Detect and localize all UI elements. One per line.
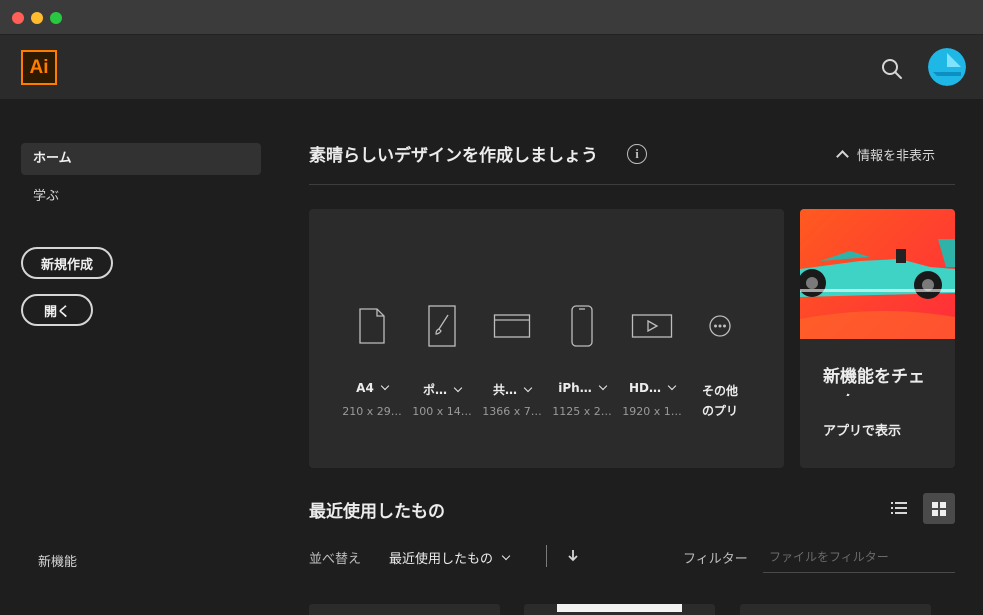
list-view-button[interactable] <box>884 493 914 523</box>
recent-file-thumbnail[interactable] <box>309 604 500 615</box>
whats-new-card[interactable]: 新機能をチェック アプリで表示 <box>800 209 955 468</box>
chevron-down-icon[interactable] <box>453 383 463 393</box>
hero-title: 素晴らしいデザインを作成しましょう <box>309 146 598 166</box>
chevron-up-icon <box>836 150 849 163</box>
race-car-image <box>800 209 955 339</box>
preset-size: 1125 x 2… <box>552 405 612 418</box>
document-icon <box>359 308 385 344</box>
filter-input[interactable] <box>763 541 955 573</box>
preset-a4[interactable]: A4 210 x 29… <box>337 209 407 468</box>
illustrator-logo: Ai <box>21 50 57 85</box>
presets-panel: A4 210 x 29… ポ… 100 x 14… 共… 1366 x 7… i… <box>309 209 784 468</box>
arrow-down-icon <box>568 550 578 562</box>
video-icon <box>631 314 673 338</box>
close-window-button[interactable] <box>12 12 24 24</box>
open-file-button[interactable]: 開く <box>21 294 93 326</box>
list-view-icon <box>891 502 907 514</box>
hide-info-toggle[interactable]: 情報を非表示 <box>836 145 936 164</box>
preset-name: HD… <box>617 381 687 395</box>
web-icon <box>493 314 531 338</box>
preset-size: 1366 x 7… <box>482 405 542 418</box>
brush-icon <box>428 305 456 347</box>
thumbnail-preview <box>557 604 682 612</box>
preset-name: 共… <box>477 381 547 398</box>
sidebar-item-new-features[interactable]: 新機能 <box>38 551 77 570</box>
search-icon[interactable] <box>880 57 904 81</box>
preset-poster[interactable]: ポ… 100 x 14… <box>407 209 477 468</box>
sort-dropdown[interactable]: 最近使用したもの <box>389 548 511 567</box>
sidebar-item-home[interactable]: ホーム <box>21 143 261 175</box>
preset-more[interactable]: その他 のプリ <box>685 209 755 468</box>
minimize-window-button[interactable] <box>31 12 43 24</box>
preset-name: その他 のプリ <box>701 384 738 418</box>
avatar[interactable] <box>928 48 966 86</box>
recent-file-thumbnail[interactable] <box>740 604 931 615</box>
preset-web[interactable]: 共… 1366 x 7… <box>477 209 547 468</box>
view-in-app-link[interactable]: アプリで表示 <box>823 420 901 439</box>
chevron-down-icon[interactable] <box>523 383 533 393</box>
home-content: ホーム 学ぶ 新規作成 開く 新機能 素晴らしいデザインを作成しましょう i 情… <box>0 99 983 615</box>
sort-divider <box>546 545 547 567</box>
promo-title: 新機能をチェック <box>823 367 925 396</box>
sort-direction-button[interactable] <box>566 547 580 565</box>
more-icon <box>709 315 731 337</box>
sidebar-item-learn[interactable]: 学ぶ <box>33 185 59 204</box>
chevron-down-icon[interactable] <box>598 381 607 391</box>
app-header: Ai <box>0 35 983 99</box>
new-file-button[interactable]: 新規作成 <box>21 247 113 279</box>
preset-name: ポ… <box>407 381 477 398</box>
recent-section-title: 最近使用したもの <box>309 502 445 522</box>
hide-info-label: 情報を非表示 <box>857 149 936 164</box>
info-icon[interactable]: i <box>627 144 647 164</box>
filter-label: フィルター <box>683 552 748 567</box>
sort-label: 並べ替え <box>309 552 362 567</box>
preset-video[interactable]: HD… 1920 x 1… <box>617 209 687 468</box>
recent-file-thumbnail[interactable] <box>524 604 715 615</box>
preset-iphone[interactable]: iPh… 1125 x 2… <box>547 209 617 468</box>
zoom-window-button[interactable] <box>50 12 62 24</box>
grid-view-icon <box>932 501 946 516</box>
preset-size: 210 x 29… <box>342 405 402 418</box>
hero-divider <box>309 184 955 185</box>
chevron-down-icon[interactable] <box>380 381 390 391</box>
preset-name: iPh… <box>547 381 617 395</box>
chevron-down-icon[interactable] <box>667 381 677 391</box>
window-title-bar <box>0 0 983 35</box>
phone-icon <box>571 305 593 347</box>
preset-size: 100 x 14… <box>412 405 472 418</box>
preset-name: A4 <box>337 381 407 395</box>
grid-view-button[interactable] <box>923 493 955 524</box>
preset-size: 1920 x 1… <box>622 405 682 418</box>
sort-value: 最近使用したもの <box>389 552 494 567</box>
chevron-down-icon <box>501 551 511 560</box>
